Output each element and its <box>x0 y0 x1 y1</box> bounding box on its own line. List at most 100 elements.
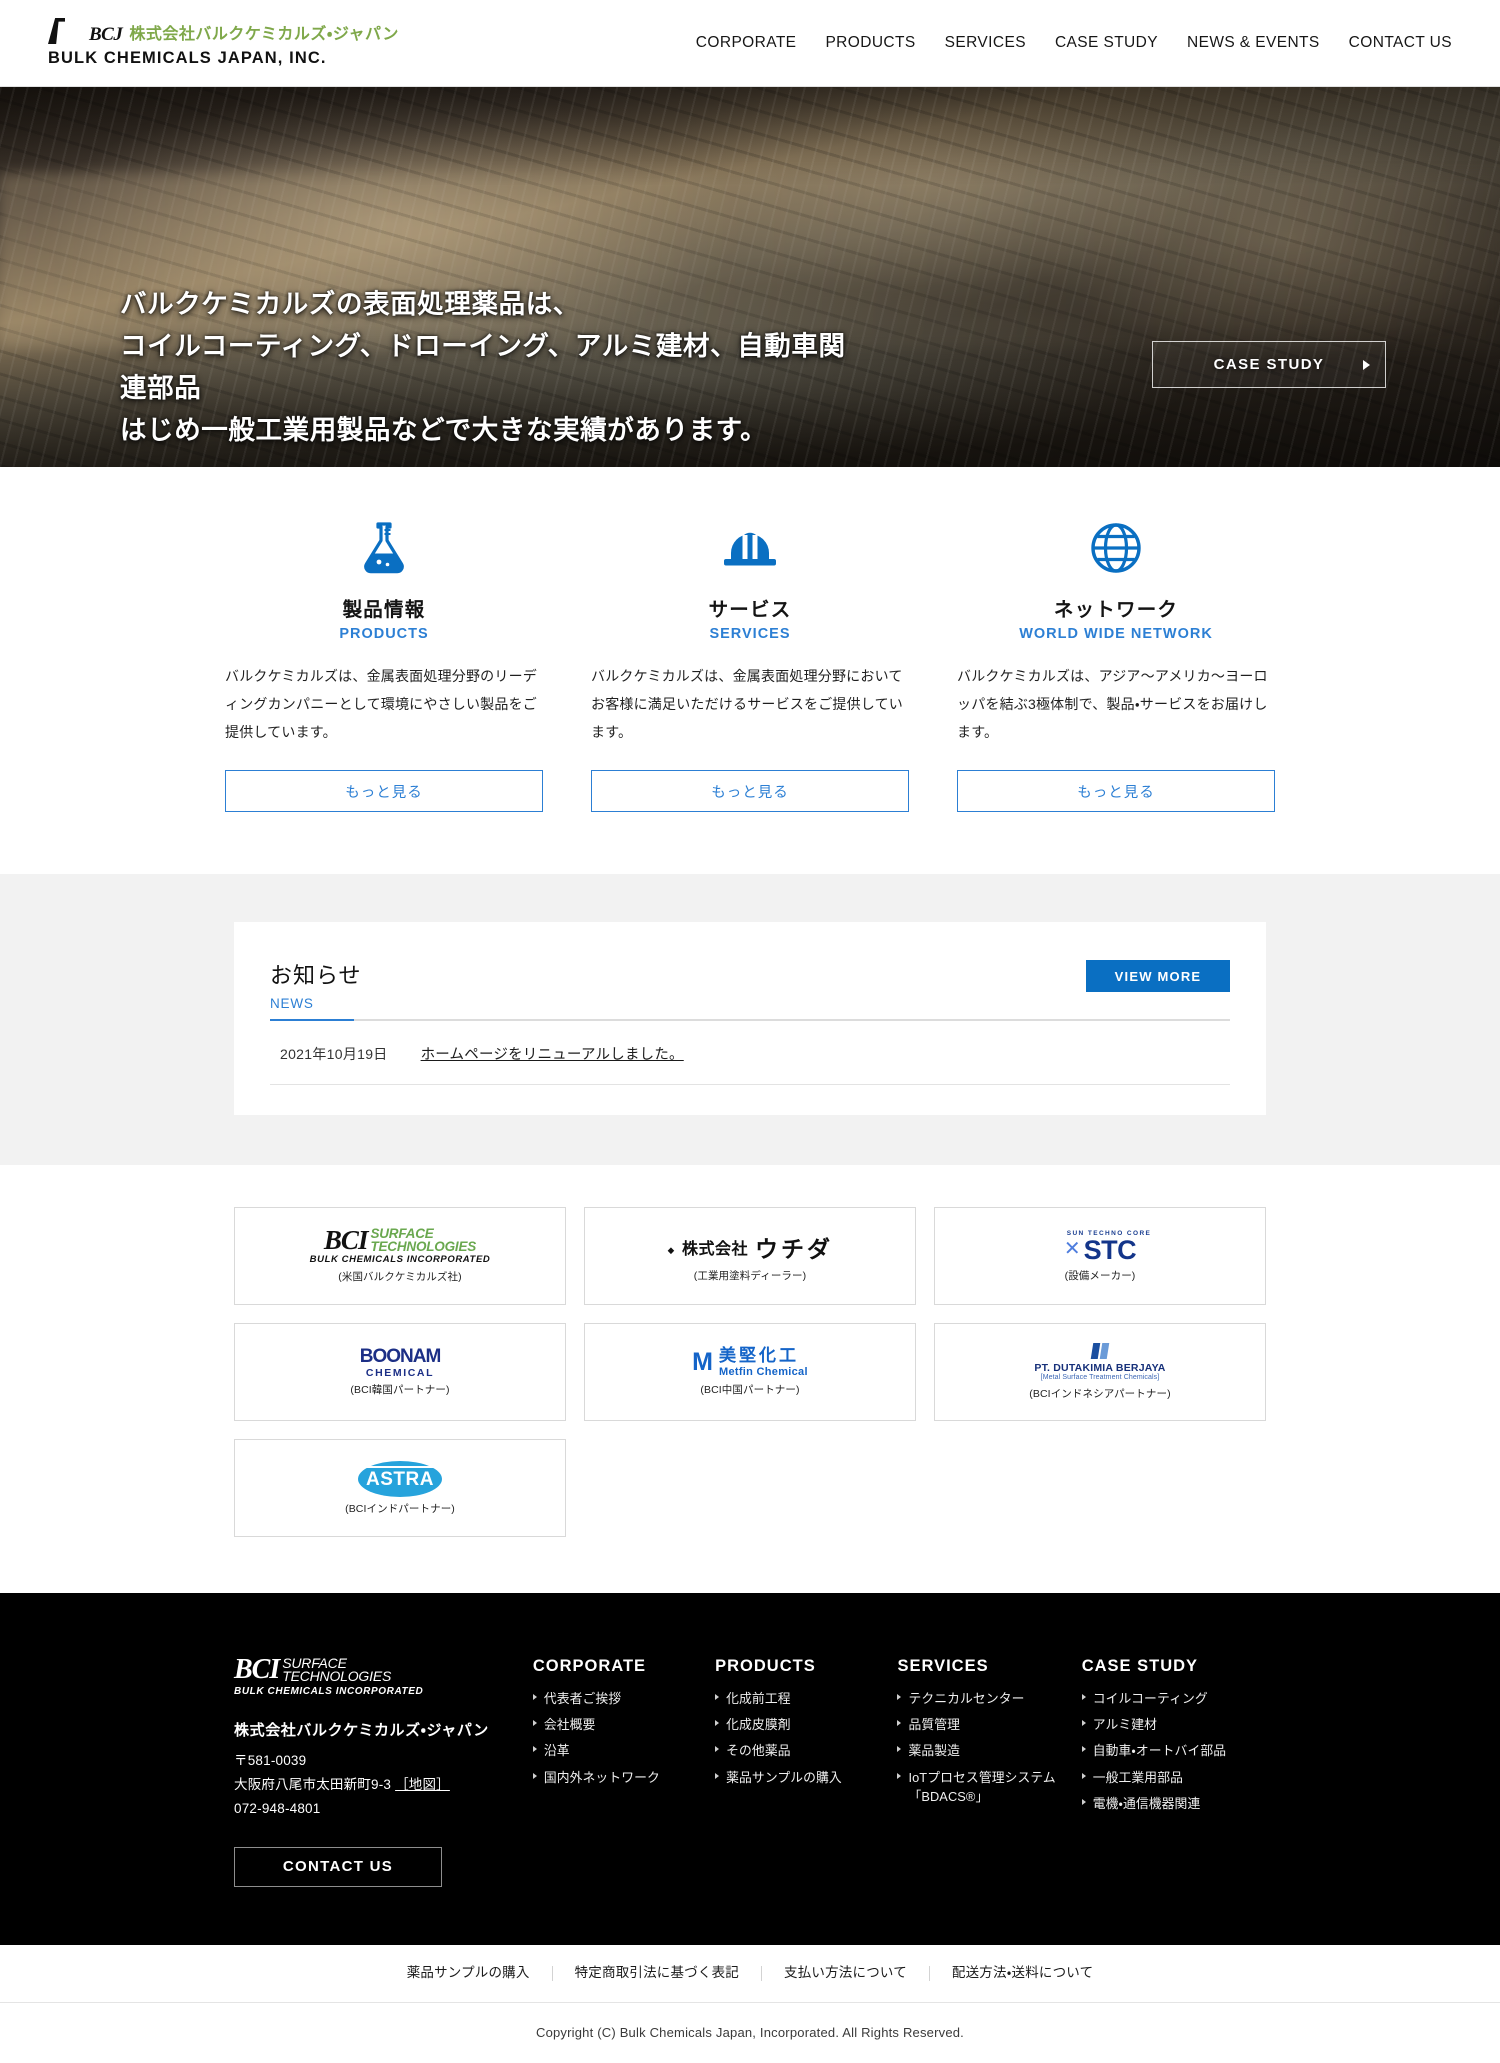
footer-link[interactable]: IoTプロセス管理システム「BDACS®」 <box>897 1768 1081 1806</box>
footer-link[interactable]: 化成前工程 <box>715 1689 897 1708</box>
arrow-right-icon <box>1363 359 1370 370</box>
copyright-bar: Copyright (C) Bulk Chemicals Japan, Inco… <box>0 2002 1500 2063</box>
footer-link[interactable]: 化成皮膜剤 <box>715 1715 897 1734</box>
partner-astra[interactable]: ASTRA (BCIインドパートナー) <box>234 1439 566 1537</box>
partner-logo-mark: BCI <box>323 1224 369 1255</box>
nav-contact-us[interactable]: CONTACT US <box>1349 34 1452 52</box>
footer-link[interactable]: 薬品サンプルの購入 <box>715 1768 897 1787</box>
uchida-logo: 𝆺 株式会社 ウチダ <box>667 1230 833 1264</box>
news-item-link[interactable]: ホームページをリニューアルしました。 <box>421 1043 684 1064</box>
footer-contact-us-button[interactable]: CONTACT US <box>234 1846 442 1887</box>
footer-column-products: PRODUCTS 化成前工程 化成皮膜剤 その他薬品 薬品サンプルの購入 <box>715 1657 897 1887</box>
utility-link-legal-notice[interactable]: 特定商取引法に基づく表記 <box>553 1965 762 1981</box>
triangle-bullet-icon <box>715 1772 720 1779</box>
footer-phone: 072-948-4801 <box>234 1800 321 1816</box>
partner-uchida[interactable]: 𝆺 株式会社 ウチダ (工業用塗料ディーラー) <box>584 1207 916 1305</box>
footer-link-label: 薬品サンプルの購入 <box>726 1769 842 1785</box>
feature-more-button[interactable]: もっと見る <box>591 770 909 812</box>
square-mark-icon <box>1090 1342 1110 1359</box>
footer-link-label: 化成前工程 <box>726 1691 791 1706</box>
footer-link[interactable]: 電機・通信機器関連 <box>1081 1794 1266 1813</box>
news-item-date: 2021年10月19日 <box>280 1045 388 1062</box>
footer-link-label: 国内外ネットワーク <box>543 1769 660 1785</box>
partner-boonam-chemical[interactable]: BOONAM CHEMICAL (BCI韓国パートナー) <box>234 1323 566 1421</box>
footer-link[interactable]: 品質管理 <box>897 1715 1081 1734</box>
feature-subtitle: WORLD WIDE NETWORK <box>1019 626 1213 642</box>
bcj-logo-mark <box>48 18 82 44</box>
footer-logo-sub2: TECHNOLOGIES <box>282 1668 392 1685</box>
news-section: お知らせ NEWS VIEW MORE 2021年10月19日 ホームページをリ… <box>0 874 1500 1165</box>
star-icon: ✕ <box>1063 1238 1081 1260</box>
nav-services[interactable]: SERVICES <box>945 34 1026 52</box>
utility-links-bar: 薬品サンプルの購入 特定商取引法に基づく表記 支払い方法について 配送方法・送料… <box>0 1944 1500 2003</box>
nav-corporate[interactable]: CORPORATE <box>696 34 797 52</box>
footer-link-label: その他薬品 <box>726 1743 791 1759</box>
feature-title: 製品情報 <box>342 599 426 621</box>
nav-case-study[interactable]: CASE STUDY <box>1055 34 1158 52</box>
feature-title: サービス <box>708 599 792 621</box>
footer-link[interactable]: 薬品製造 <box>897 1741 1081 1760</box>
partner-caption: (工業用塗料ディーラー) <box>693 1269 807 1282</box>
utility-link-sample-purchase[interactable]: 薬品サンプルの購入 <box>385 1965 553 1981</box>
news-view-more-button[interactable]: VIEW MORE <box>1086 960 1230 992</box>
news-subtitle: NEWS <box>270 996 314 1011</box>
footer-link[interactable]: 国内外ネットワーク <box>532 1768 715 1787</box>
footer-brand-block: BCI SURFACE TECHNOLOGIES BULK CHEMICALS … <box>234 1655 533 1887</box>
partner-caption: (設備メーカー) <box>1064 1269 1136 1282</box>
partner-logo-mark: M <box>692 1348 713 1376</box>
partner-bci-surface-technologies[interactable]: BCI SURFACE TECHNOLOGIES BULK CHEMICALS … <box>234 1207 566 1305</box>
astra-logo: ASTRA <box>358 1460 442 1497</box>
footer-link-label: 自動車・オートバイ部品 <box>1092 1743 1227 1759</box>
logo-company-en: BULK CHEMICALS JAPAN, INC. <box>48 49 327 67</box>
footer-link[interactable]: 会社概要 <box>532 1715 715 1734</box>
bci-surface-technologies-logo: BCI SURFACE TECHNOLOGIES BULK CHEMICALS … <box>309 1224 491 1266</box>
utility-link-payment[interactable]: 支払い方法について <box>762 1965 930 1981</box>
news-header: お知らせ NEWS VIEW MORE <box>270 958 1230 1021</box>
utility-link-shipping[interactable]: 配送方法・送料について <box>930 1965 1115 1981</box>
footer-link-label: コイルコーティング <box>1092 1691 1208 1706</box>
triangle-bullet-icon <box>897 1772 902 1779</box>
flask-icon <box>358 519 410 577</box>
site-header: BCJ 株式会社バルクケミカルズ・ジャパン BULK CHEMICALS JAP… <box>0 0 1500 87</box>
footer-contact-us-label: CONTACT US <box>282 1858 394 1876</box>
footer-link[interactable]: 代表者ご挨拶 <box>532 1689 715 1708</box>
partner-logo-tagline: BULK CHEMICALS INCORPORATED <box>309 1254 491 1266</box>
partner-metfin-chemical[interactable]: M 美堅化工 Metfin Chemical (BCI中国パートナー) <box>584 1323 916 1421</box>
site-footer: BCI SURFACE TECHNOLOGIES BULK CHEMICALS … <box>0 1593 1500 1945</box>
hero-case-study-button[interactable]: CASE STUDY <box>1152 341 1386 388</box>
feature-card-network: ネットワーク WORLD WIDE NETWORK バルクケミカルズは、アジア〜… <box>957 519 1275 812</box>
partner-logo-grid: BCI SURFACE TECHNOLOGIES BULK CHEMICALS … <box>234 1165 1266 1593</box>
nav-news-events[interactable]: NEWS & EVENTS <box>1187 34 1320 52</box>
footer-link[interactable]: 沿革 <box>532 1741 715 1760</box>
news-card: お知らせ NEWS VIEW MORE 2021年10月19日 ホームページをリ… <box>234 922 1266 1115</box>
footer-link[interactable]: コイルコーティング <box>1081 1689 1266 1708</box>
site-logo[interactable]: BCJ 株式会社バルクケミカルズ・ジャパン BULK CHEMICALS JAP… <box>48 18 399 68</box>
feature-subtitle: PRODUCTS <box>339 626 429 642</box>
footer-link[interactable]: 自動車・オートバイ部品 <box>1081 1741 1266 1760</box>
footer-link[interactable]: アルミ建材 <box>1081 1715 1266 1734</box>
triangle-bullet-icon <box>715 1694 720 1700</box>
footer-link[interactable]: 一般工業用部品 <box>1081 1768 1266 1787</box>
footer-link[interactable]: その他薬品 <box>715 1741 897 1760</box>
feature-more-button[interactable]: もっと見る <box>225 770 543 812</box>
footer-link[interactable]: テクニカルセンター <box>897 1689 1081 1708</box>
logo-company-jp: 株式会社バルクケミカルズ・ジャパン <box>129 26 399 43</box>
footer-link-label: テクニカルセンター <box>908 1691 1025 1706</box>
feature-card-services: サービス SERVICES バルクケミカルズは、金属表面処理分野においてお客様に… <box>591 519 909 812</box>
partner-logo-sub2: TECHNOLOGIES <box>370 1238 477 1254</box>
footer-link-label: 電機・通信機器関連 <box>1092 1795 1201 1811</box>
logo-abbr: BCJ <box>89 24 123 45</box>
feature-subtitle: SERVICES <box>709 626 791 642</box>
footer-map-link[interactable]: ［地図］ <box>395 1777 450 1792</box>
partner-stc[interactable]: SUN TECHNO CORE ✕ STC (設備メーカー) <box>934 1207 1266 1305</box>
news-item[interactable]: 2021年10月19日 ホームページをリニューアルしました。 <box>270 1021 1230 1085</box>
feature-more-button[interactable]: もっと見る <box>957 770 1275 812</box>
triangle-bullet-icon <box>532 1720 537 1727</box>
nav-products[interactable]: PRODUCTS <box>825 34 915 52</box>
partner-pt-dutakimia-berjaya[interactable]: PT. DUTAKIMIA BERJAYA [Metal Surface Tre… <box>934 1323 1266 1421</box>
partner-logo-mark: ASTRA <box>366 1466 434 1491</box>
partner-caption: (BCIインドパートナー) <box>345 1502 455 1515</box>
partner-logo-kanji: 株式会社 <box>681 1240 748 1258</box>
partner-logo-kana: ウチダ <box>754 1235 833 1262</box>
footer-address: 大阪府八尾市太田新町9-3 <box>234 1776 392 1792</box>
